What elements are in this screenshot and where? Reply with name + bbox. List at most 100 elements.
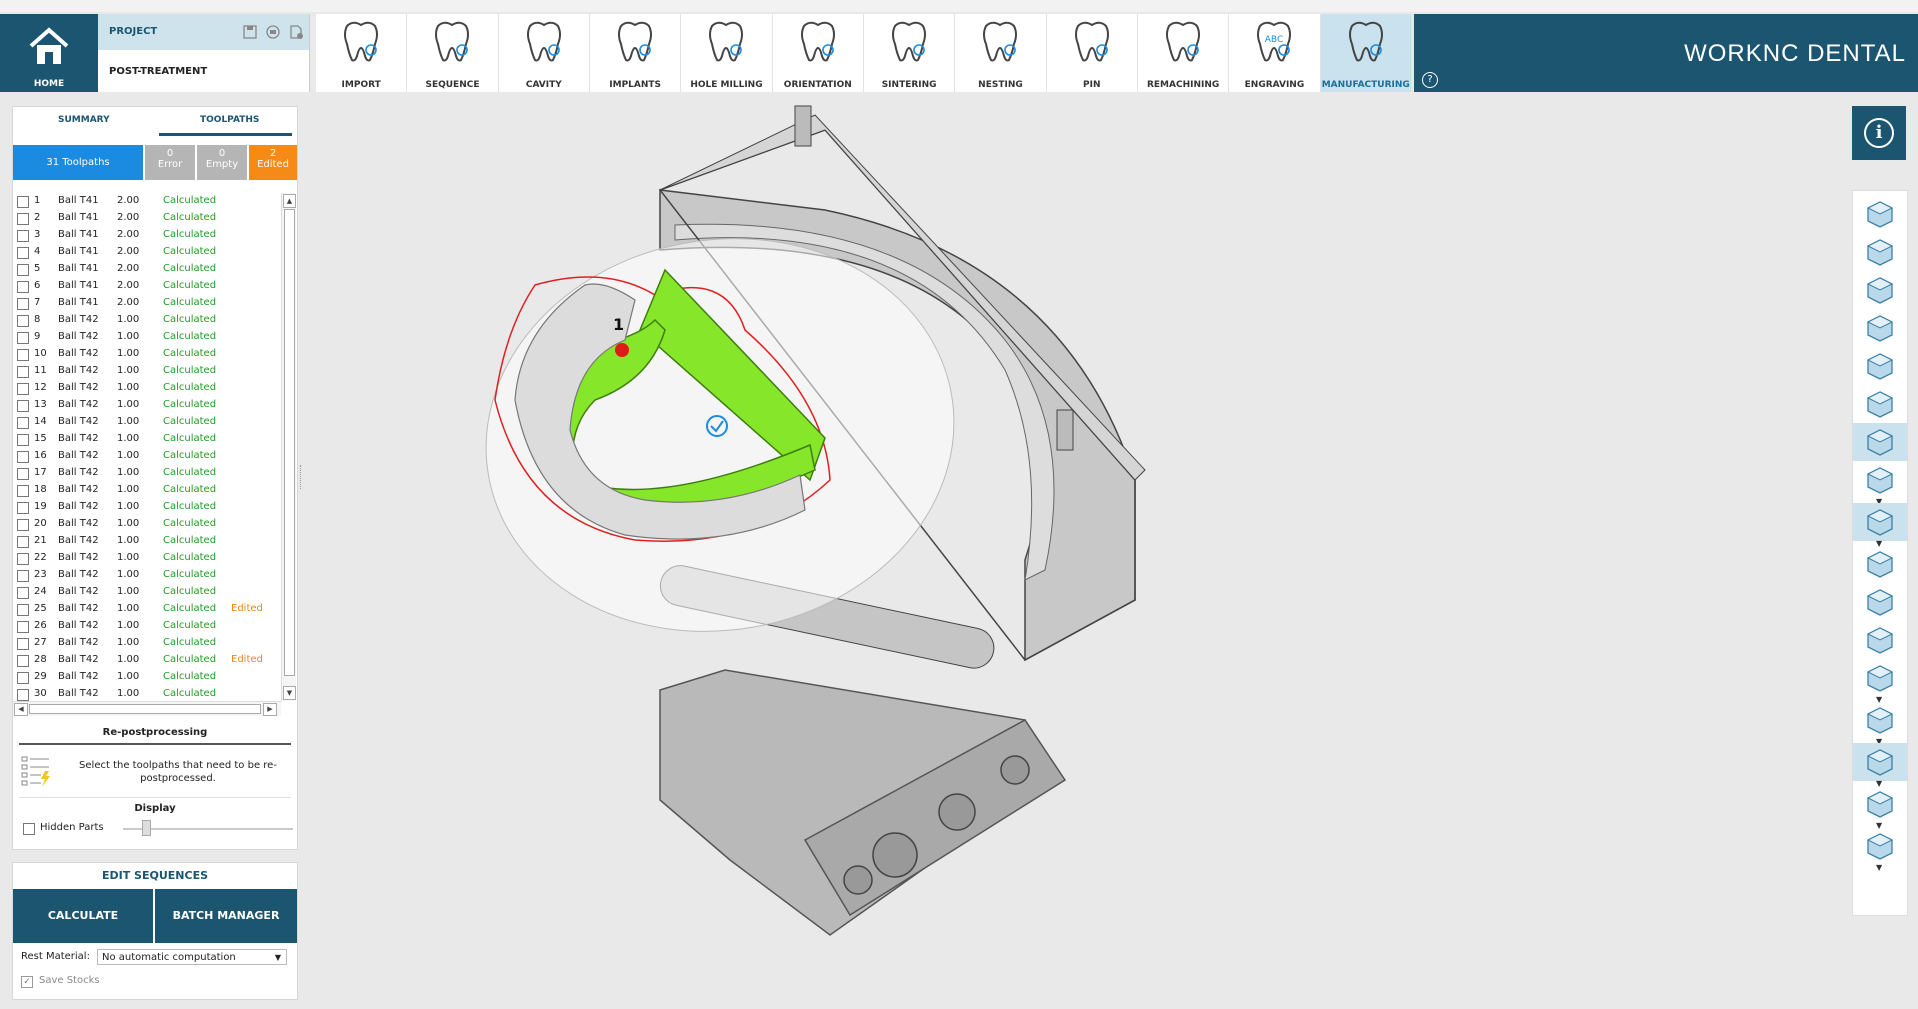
table-row[interactable]: 17 Ball T42 1.00 Calculated bbox=[13, 465, 283, 482]
transparency-slider-thumb[interactable] bbox=[142, 820, 151, 836]
calculate-button[interactable]: CALCULATE bbox=[13, 889, 153, 943]
table-row[interactable]: 16 Ball T42 1.00 Calculated bbox=[13, 448, 283, 465]
row-checkbox[interactable] bbox=[17, 417, 29, 429]
toolbar-remachining-button[interactable]: REMACHINING bbox=[1138, 14, 1230, 92]
row-checkbox[interactable] bbox=[17, 502, 29, 514]
edited-filter[interactable]: 2 Edited bbox=[249, 145, 297, 180]
texture-button[interactable] bbox=[1853, 785, 1907, 823]
3d-viewport[interactable]: 1 bbox=[305, 100, 1845, 1005]
tooth-visibility-button[interactable] bbox=[1853, 827, 1907, 865]
save-icon[interactable] bbox=[243, 24, 257, 39]
scroll-thumb[interactable] bbox=[284, 209, 295, 676]
row-checkbox[interactable] bbox=[17, 366, 29, 378]
table-row[interactable]: 15 Ball T42 1.00 Calculated bbox=[13, 431, 283, 448]
table-row[interactable]: 6 Ball T41 2.00 Calculated bbox=[13, 278, 283, 295]
row-checkbox[interactable] bbox=[17, 298, 29, 310]
row-checkbox[interactable] bbox=[17, 570, 29, 582]
row-checkbox[interactable] bbox=[17, 332, 29, 344]
total-toolpaths-filter[interactable]: 31 Toolpaths bbox=[13, 145, 143, 180]
table-row[interactable]: 27 Ball T42 1.00 Calculated bbox=[13, 635, 283, 652]
row-checkbox[interactable] bbox=[17, 485, 29, 497]
toolbar-import-button[interactable]: IMPORT bbox=[316, 14, 408, 92]
row-checkbox[interactable] bbox=[17, 519, 29, 531]
cube-side-view-button[interactable] bbox=[1853, 347, 1907, 385]
table-row[interactable]: 18 Ball T42 1.00 Calculated bbox=[13, 482, 283, 499]
nc-axes-button[interactable] bbox=[1853, 583, 1907, 621]
table-row[interactable]: 30 Ball T42 1.00 Calculated bbox=[13, 686, 283, 701]
hidden-parts-checkbox[interactable] bbox=[23, 823, 35, 835]
nc-axes-button[interactable] bbox=[1853, 271, 1907, 309]
table-row[interactable]: 2 Ball T41 2.00 Calculated bbox=[13, 210, 283, 227]
row-checkbox[interactable] bbox=[17, 247, 29, 259]
table-row[interactable]: 5 Ball T41 2.00 Calculated bbox=[13, 261, 283, 278]
export-file-icon[interactable] bbox=[289, 24, 303, 39]
list-horizontal-scrollbar[interactable]: ◀ ▶ bbox=[13, 701, 281, 716]
tooth-warning-button[interactable] bbox=[1853, 743, 1907, 781]
cube-front-view-button[interactable] bbox=[1853, 309, 1907, 347]
list-vertical-scrollbar[interactable]: ▲ ▼ bbox=[281, 193, 296, 701]
row-checkbox[interactable] bbox=[17, 604, 29, 616]
row-checkbox[interactable] bbox=[17, 587, 29, 599]
toolbar-hole-milling-button[interactable]: HOLE MILLING bbox=[681, 14, 773, 92]
implant-button[interactable] bbox=[1853, 659, 1907, 697]
help-icon[interactable]: ? bbox=[1422, 72, 1438, 88]
table-row[interactable]: 12 Ball T42 1.00 Calculated bbox=[13, 380, 283, 397]
home-button[interactable]: HOME bbox=[0, 14, 98, 92]
cube-top-view-button[interactable] bbox=[1853, 233, 1907, 271]
table-row[interactable]: 28 Ball T42 1.00 Calculated Edited bbox=[13, 652, 283, 669]
table-row[interactable]: 20 Ball T42 1.00 Calculated bbox=[13, 516, 283, 533]
toolbar-implants-button[interactable]: IMPLANTS bbox=[590, 14, 682, 92]
toolbar-pin-button[interactable]: PIN bbox=[1047, 14, 1138, 92]
row-checkbox[interactable] bbox=[17, 400, 29, 412]
fit-view-button[interactable] bbox=[1853, 195, 1907, 233]
toolbar-manufacturing-button[interactable]: MANUFACTURING bbox=[1320, 14, 1412, 92]
wn-data-button[interactable] bbox=[1853, 701, 1907, 739]
row-checkbox[interactable] bbox=[17, 264, 29, 276]
hscroll-thumb[interactable] bbox=[29, 704, 261, 714]
tab-summary[interactable]: SUMMARY bbox=[58, 115, 110, 125]
table-row[interactable]: 3 Ball T41 2.00 Calculated bbox=[13, 227, 283, 244]
info-button[interactable]: i bbox=[1852, 106, 1906, 160]
stock-cylinder-button[interactable] bbox=[1853, 545, 1907, 583]
row-checkbox[interactable] bbox=[17, 655, 29, 667]
scroll-down-arrow-icon[interactable]: ▼ bbox=[283, 686, 296, 700]
edit-sequences-link[interactable]: EDIT SEQUENCES bbox=[13, 869, 297, 882]
save-stocks-checkbox[interactable]: ✓ bbox=[21, 976, 33, 988]
row-checkbox[interactable] bbox=[17, 536, 29, 548]
toolbar-orientation-button[interactable]: ORIENTATION bbox=[773, 14, 864, 92]
row-checkbox[interactable] bbox=[17, 621, 29, 633]
table-row[interactable]: 1 Ball T41 2.00 Calculated bbox=[13, 193, 283, 210]
toolbar-sequence-button[interactable]: SEQUENCE bbox=[407, 14, 499, 92]
table-row[interactable]: 10 Ball T42 1.00 Calculated bbox=[13, 346, 283, 363]
table-row[interactable]: 23 Ball T42 1.00 Calculated bbox=[13, 567, 283, 584]
table-row[interactable]: 11 Ball T42 1.00 Calculated bbox=[13, 363, 283, 380]
error-filter[interactable]: 0 Error bbox=[145, 145, 195, 180]
table-row[interactable]: 9 Ball T42 1.00 Calculated bbox=[13, 329, 283, 346]
row-checkbox[interactable] bbox=[17, 230, 29, 242]
toolbar-engraving-button[interactable]: ABC ENGRAVING bbox=[1229, 14, 1321, 92]
table-row[interactable]: 7 Ball T41 2.00 Calculated bbox=[13, 295, 283, 312]
row-checkbox[interactable] bbox=[17, 553, 29, 565]
tool-holder-button[interactable] bbox=[1853, 461, 1907, 499]
table-row[interactable]: 29 Ball T42 1.00 Calculated bbox=[13, 669, 283, 686]
table-row[interactable]: 25 Ball T42 1.00 Calculated Edited bbox=[13, 601, 283, 618]
row-checkbox[interactable] bbox=[17, 451, 29, 463]
row-checkbox[interactable] bbox=[17, 349, 29, 361]
row-checkbox[interactable] bbox=[17, 383, 29, 395]
row-checkbox[interactable] bbox=[17, 434, 29, 446]
tab-toolpaths[interactable]: TOOLPATHS bbox=[200, 115, 259, 125]
scroll-up-arrow-icon[interactable]: ▲ bbox=[283, 194, 296, 208]
table-row[interactable]: 13 Ball T42 1.00 Calculated bbox=[13, 397, 283, 414]
toolbar-cavity-button[interactable]: CAVITY bbox=[499, 14, 590, 92]
row-checkbox[interactable] bbox=[17, 196, 29, 208]
tooth-toolpath-button[interactable] bbox=[1853, 621, 1907, 659]
row-checkbox[interactable] bbox=[17, 315, 29, 327]
row-checkbox[interactable] bbox=[17, 213, 29, 225]
table-row[interactable]: 4 Ball T41 2.00 Calculated bbox=[13, 244, 283, 261]
row-checkbox[interactable] bbox=[17, 689, 29, 701]
toolbar-sintering-button[interactable]: SINTERING bbox=[864, 14, 956, 92]
table-row[interactable]: 21 Ball T42 1.00 Calculated bbox=[13, 533, 283, 550]
chevron-down-icon[interactable]: ▼ bbox=[1876, 863, 1882, 872]
rest-material-select[interactable]: No automatic computation ▼ bbox=[97, 949, 287, 965]
row-checkbox[interactable] bbox=[17, 281, 29, 293]
